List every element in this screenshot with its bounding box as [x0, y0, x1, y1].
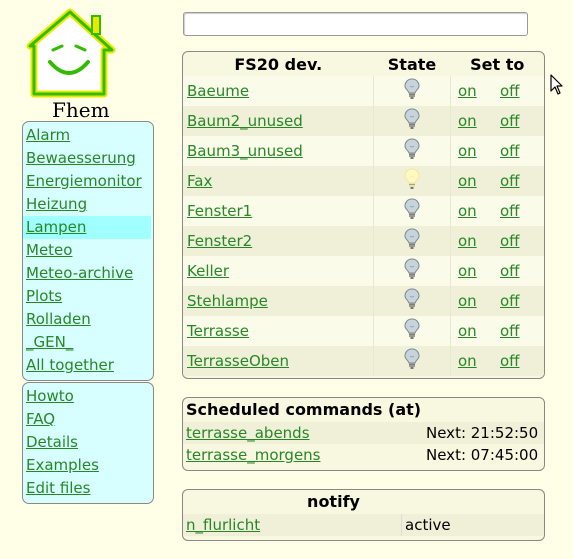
fs20-device-row: Terrasse on off — [183, 316, 544, 346]
fs20-device-row: Fenster1 on off — [183, 196, 544, 226]
fs20-device-row: Stehlampe on off — [183, 286, 544, 316]
set-on-link[interactable]: on — [458, 292, 477, 310]
notify-title: notify — [307, 492, 360, 511]
device-name-link[interactable]: Fenster1 — [187, 202, 252, 220]
fs20-header-device: FS20 dev. — [234, 54, 323, 74]
at-next-time: Next: 07:45:00 — [426, 446, 539, 464]
set-on-link[interactable]: on — [458, 82, 477, 100]
bulb-off-icon[interactable] — [404, 78, 420, 104]
menu-item-heizung[interactable]: Heizung — [23, 193, 151, 216]
bulb-off-icon[interactable] — [404, 198, 420, 224]
device-name-link[interactable]: Baum2_unused — [187, 112, 303, 130]
bulb-on-icon[interactable] — [404, 168, 420, 194]
fs20-header-setto: Set to — [470, 54, 525, 74]
notify-row: n_flurlicht active — [183, 514, 544, 536]
at-row: terrasse_morgens Next: 07:45:00 — [183, 444, 544, 466]
help-menu: Howto FAQ Details Examples Edit files — [22, 382, 154, 504]
house-logo-icon — [26, 8, 116, 98]
device-name-link[interactable]: TerrasseOben — [187, 352, 289, 370]
bulb-off-icon[interactable] — [404, 228, 420, 254]
set-off-link[interactable]: off — [500, 232, 520, 250]
menu-item-alarm[interactable]: Alarm — [23, 124, 151, 147]
set-off-link[interactable]: off — [500, 112, 520, 130]
set-on-link[interactable]: on — [458, 352, 477, 370]
menu-item-rolladen[interactable]: Rolladen — [23, 308, 151, 331]
device-name-link[interactable]: Baum3_unused — [187, 142, 303, 160]
mouse-cursor-icon — [550, 74, 563, 95]
bulb-off-icon[interactable] — [404, 318, 420, 344]
at-row: terrasse_abends Next: 21:52:50 — [183, 422, 544, 444]
at-command-link[interactable]: terrasse_morgens — [186, 446, 321, 464]
help-menu-item-howto[interactable]: Howto — [23, 385, 151, 408]
bulb-off-icon[interactable] — [404, 348, 420, 374]
device-name-link[interactable]: Keller — [187, 262, 229, 280]
set-on-link[interactable]: on — [458, 142, 477, 160]
device-name-link[interactable]: Fenster2 — [187, 232, 252, 250]
set-off-link[interactable]: off — [500, 82, 520, 100]
fs20-device-row: Keller on off — [183, 256, 544, 286]
fs20-device-row: Baeume on off — [183, 76, 544, 106]
room-menu: Alarm Bewaesserung Energiemonitor Heizung La… — [22, 121, 154, 381]
menu-item-energiemonitor[interactable]: Energiemonitor — [23, 170, 151, 193]
set-off-link[interactable]: off — [500, 202, 520, 220]
at-command-link[interactable]: terrasse_abends — [186, 424, 310, 442]
device-name-link[interactable]: Baeume — [187, 82, 249, 100]
set-on-link[interactable]: on — [458, 232, 477, 250]
help-menu-item-faq[interactable]: FAQ — [23, 408, 151, 431]
notify-block: notify n_flurlicht active — [182, 489, 545, 541]
menu-item-all-together[interactable]: All together — [23, 354, 151, 377]
fs20-device-row: TerrasseOben on off — [183, 346, 544, 376]
fs20-table: FS20 dev. State Set to Baeume on off Baum2_… — [183, 52, 544, 376]
bulb-off-icon[interactable] — [404, 258, 420, 284]
menu-item-meteo-archive[interactable]: Meteo-archive — [23, 262, 151, 285]
fs20-device-row: Fenster2 on off — [183, 226, 544, 256]
fs20-header-state: State — [387, 54, 437, 74]
menu-item-gen[interactable]: _GEN_ — [23, 331, 151, 354]
menu-item-bewaesserung[interactable]: Bewaesserung — [23, 147, 151, 170]
set-off-link[interactable]: off — [500, 172, 520, 190]
device-name-link[interactable]: Terrasse — [187, 322, 249, 340]
menu-item-plots[interactable]: Plots — [23, 285, 151, 308]
set-off-link[interactable]: off — [500, 352, 520, 370]
device-name-link[interactable]: Fax — [187, 172, 212, 190]
help-menu-item-edit-files[interactable]: Edit files — [23, 477, 151, 500]
notify-status: active — [401, 514, 544, 536]
set-off-link[interactable]: off — [500, 142, 520, 160]
scheduled-commands-title: Scheduled commands (at) — [186, 400, 422, 419]
set-on-link[interactable]: on — [458, 322, 477, 340]
bulb-off-icon[interactable] — [404, 108, 420, 134]
logo-text: Fhem — [52, 98, 110, 122]
help-menu-item-examples[interactable]: Examples — [23, 454, 151, 477]
command-input[interactable] — [183, 12, 528, 36]
notify-name-link[interactable]: n_flurlicht — [186, 516, 260, 534]
bulb-off-icon[interactable] — [404, 138, 420, 164]
fs20-device-row: Baum2_unused on off — [183, 106, 544, 136]
fs20-device-block: FS20 dev. State Set to Baeume on off Baum2_… — [182, 51, 545, 379]
set-on-link[interactable]: on — [458, 172, 477, 190]
bulb-off-icon[interactable] — [404, 288, 420, 314]
menu-item-meteo[interactable]: Meteo — [23, 239, 151, 262]
set-on-link[interactable]: on — [458, 202, 477, 220]
scheduled-commands-block: Scheduled commands (at) terrasse_abends N… — [182, 397, 545, 471]
set-off-link[interactable]: off — [500, 262, 520, 280]
menu-item-lampen[interactable]: Lampen — [23, 216, 151, 239]
set-off-link[interactable]: off — [500, 322, 520, 340]
help-menu-item-details[interactable]: Details — [23, 431, 151, 454]
set-on-link[interactable]: on — [458, 262, 477, 280]
set-on-link[interactable]: on — [458, 112, 477, 130]
fs20-device-row: Fax on off — [183, 166, 544, 196]
at-next-time: Next: 21:52:50 — [422, 422, 544, 444]
set-off-link[interactable]: off — [500, 292, 520, 310]
fs20-device-row: Baum3_unused on off — [183, 136, 544, 166]
device-name-link[interactable]: Stehlampe — [187, 292, 268, 310]
fhem-logo: Fhem — [20, 6, 120, 122]
